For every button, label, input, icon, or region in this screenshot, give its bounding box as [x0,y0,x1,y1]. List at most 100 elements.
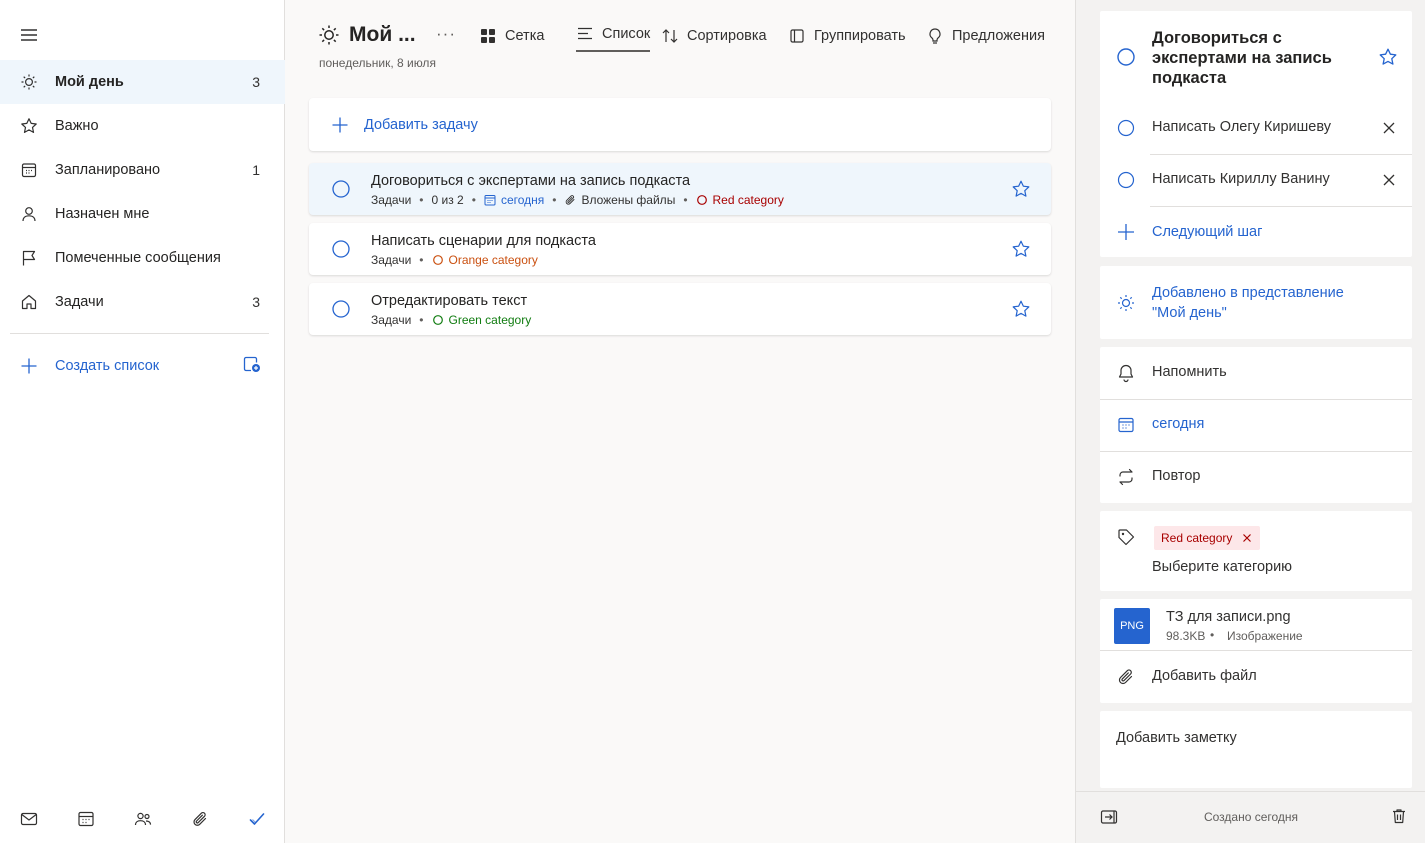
sidebar-item-label: Назначен мне [55,206,150,222]
sidebar-item-my-day[interactable]: Мой день 3 [0,60,285,104]
my-day-label: Добавлено в представление "Мой день" [1152,285,1344,321]
mail-icon[interactable] [0,795,57,843]
attachment-icon[interactable] [171,795,228,843]
sun-icon [318,24,340,46]
calendar-icon [20,161,38,179]
create-group-icon[interactable] [242,354,262,374]
step-item[interactable]: Написать Кириллу Ванину [1100,155,1412,205]
sun-icon [20,73,38,91]
sidebar-item-flagged[interactable]: Помеченные сообщения [0,236,285,280]
close-icon[interactable] [1380,119,1398,137]
task-item[interactable]: Договориться с экспертами на запись подк… [309,163,1051,215]
calendar-icon[interactable] [57,795,114,843]
tag-icon [1116,527,1136,547]
sort-button[interactable]: Сортировка [661,22,767,50]
list-view-label: Список [602,26,651,42]
task-meta: Задачи • Green category [371,313,532,327]
sidebar-item-label: Важно [55,118,99,134]
task-meta: Задачи • 0 из 2 • сегодня • Вложены файл… [371,193,784,207]
step-item[interactable]: Написать Олегу Киришеву [1100,103,1412,153]
todo-check-icon[interactable] [228,795,285,843]
next-step-button[interactable]: Следующий шаг [1100,207,1412,257]
category-tag[interactable]: Red category [1154,526,1261,550]
menu-icon[interactable] [18,24,40,46]
sidebar-item-count: 3 [252,294,260,310]
add-file-button[interactable]: Добавить файл [1100,651,1412,703]
star-icon[interactable] [1378,47,1398,67]
add-task-input[interactable]: Добавить задачу [309,98,1051,151]
attachment-icon [564,194,581,206]
sidebar-item-label: Задачи [55,294,104,310]
task-meta: Задачи • Orange category [371,253,538,267]
sun-icon [1116,293,1136,313]
star-icon[interactable] [1011,239,1031,259]
category-card: Red category Выберите категорию [1100,511,1412,591]
category-circle-icon [432,254,449,266]
category-tag-label: Red category [1161,531,1233,545]
task-list-name: Задачи [371,313,412,327]
more-options-button[interactable]: ··· [436,24,456,44]
sidebar-item-important[interactable]: Важно [0,104,285,148]
next-step-label: Следующий шаг [1152,224,1263,240]
group-icon [788,27,814,45]
complete-checkbox[interactable] [331,179,351,199]
people-icon[interactable] [114,795,171,843]
repeat-label: Повтор [1152,468,1201,484]
file-name: ТЗ для записи.png [1166,609,1291,625]
task-due: сегодня [484,193,544,207]
list-view-button[interactable]: Список [576,22,651,52]
due-date-button[interactable]: сегодня [1100,400,1412,451]
files-card: PNG ТЗ для записи.png 98.3KB • Изображен… [1100,599,1412,703]
attachment-icon [1116,667,1136,687]
complete-checkbox[interactable] [331,239,351,259]
my-day-card[interactable]: Добавлено в представление "Мой день" [1100,266,1412,339]
group-label: Группировать [814,28,906,44]
suggestions-button[interactable]: Предложения [926,22,1045,50]
main-content: Мой ... ··· понедельник, 8 июля Сетка Сп… [286,0,1075,843]
group-button[interactable]: Группировать [788,22,906,50]
remind-button[interactable]: Напомнить [1100,347,1412,399]
calendar-icon [484,194,501,206]
category-circle-icon [696,194,713,206]
sidebar-item-label: Запланировано [55,162,161,178]
create-list-label: Создать список [55,358,160,374]
sidebar-item-tasks[interactable]: Задачи 3 [0,280,285,324]
page-date: понедельник, 8 июля [319,56,436,70]
step-label: Написать Олегу Киришеву [1152,119,1331,135]
sort-label: Сортировка [687,28,767,44]
task-title: Отредактировать текст [371,293,528,309]
task-item[interactable]: Отредактировать текст Задачи • Green cat… [309,283,1051,335]
note-placeholder: Добавить заметку [1116,730,1237,746]
grid-view-button[interactable]: Сетка [479,22,544,50]
bell-icon [1116,363,1136,383]
step-checkbox[interactable] [1116,170,1136,190]
sidebar-divider [10,333,269,334]
sidebar-item-label: Помеченные сообщения [55,250,221,266]
file-item[interactable]: PNG ТЗ для записи.png 98.3KB • Изображен… [1100,599,1412,650]
trash-icon[interactable] [1390,807,1408,825]
task-category: Orange category [432,253,538,267]
task-title: Договориться с экспертами на запись подк… [371,173,691,189]
plus-icon [1116,222,1136,242]
sidebar-item-planned[interactable]: Запланировано 1 [0,148,285,192]
plus-icon [20,357,38,375]
task-item[interactable]: Написать сценарии для подкаста Задачи • … [309,223,1051,275]
star-icon[interactable] [1011,179,1031,199]
sidebar-item-assigned[interactable]: Назначен мне [0,192,285,236]
task-detail-title[interactable]: Договориться с экспертами на запись подк… [1152,28,1372,88]
note-input[interactable]: Добавить заметку [1100,711,1412,788]
file-size: 98.3KB [1166,629,1206,643]
step-label: Написать Кириллу Ванину [1152,171,1330,187]
details-panel: Договориться с экспертами на запись подк… [1075,0,1425,843]
repeat-button[interactable]: Повтор [1100,452,1412,503]
complete-checkbox[interactable] [331,299,351,319]
star-icon [20,117,38,135]
pick-category-button[interactable]: Выберите категорию [1152,559,1292,575]
star-icon[interactable] [1011,299,1031,319]
plus-icon [331,116,364,134]
close-icon[interactable] [1380,171,1398,189]
step-checkbox[interactable] [1116,118,1136,138]
sidebar-item-label: Мой день [55,74,124,90]
complete-checkbox[interactable] [1116,47,1136,67]
close-icon[interactable] [1240,531,1254,545]
